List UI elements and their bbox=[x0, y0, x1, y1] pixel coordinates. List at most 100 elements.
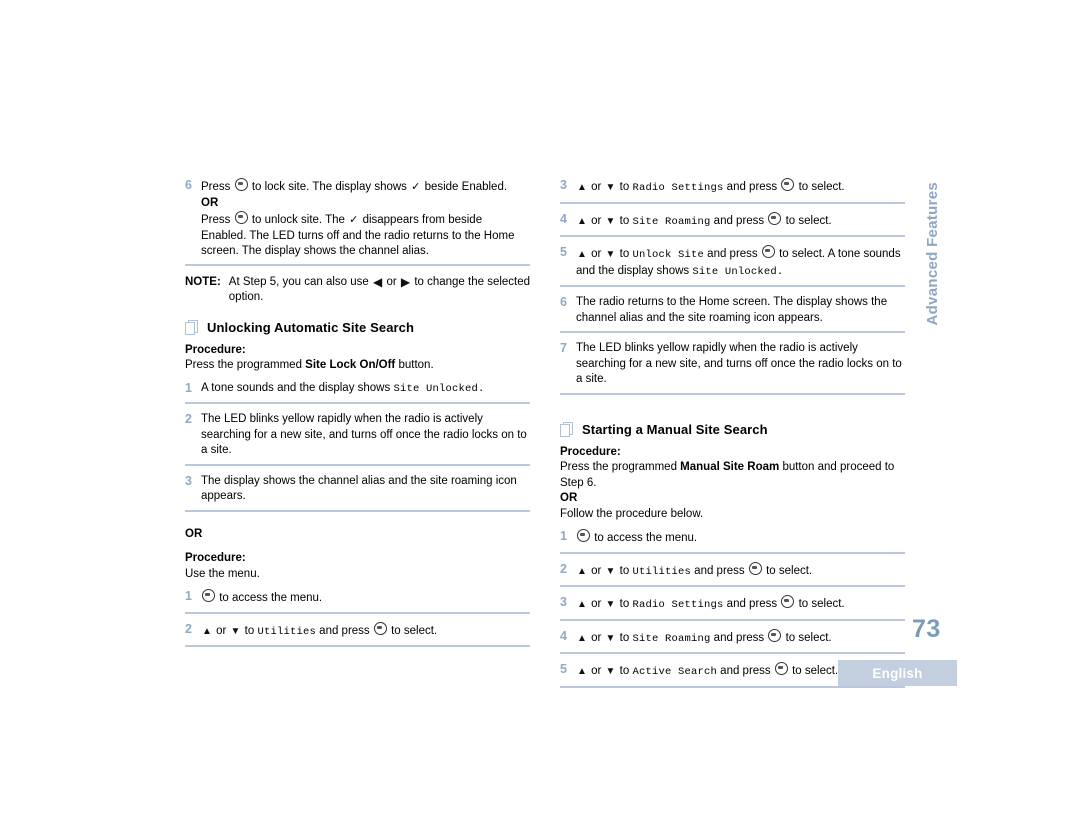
step-text-part: and press bbox=[713, 631, 765, 644]
menu-item-name: Radio Settings bbox=[632, 182, 724, 194]
down-arrow-icon: ▼ bbox=[605, 666, 616, 677]
step-text-part: to bbox=[244, 624, 255, 637]
menu-item-name: Utilities bbox=[257, 625, 316, 638]
note-block: NOTE: At Step 5, you can also use ◀ or ▶… bbox=[185, 275, 535, 306]
step-text: The LED blinks yellow rapidly when the r… bbox=[201, 413, 527, 456]
menu-ok-button-icon bbox=[748, 561, 762, 575]
step-text: ▲ or ▼ to Radio Settings and press to se… bbox=[576, 595, 905, 614]
up-arrow-icon: ▲ bbox=[577, 666, 587, 677]
up-arrow-icon: ▲ bbox=[577, 215, 587, 227]
menu-item-name: Utilities bbox=[632, 565, 691, 578]
right-column: 3 ▲ or ▼ to Radio Settings and press to … bbox=[560, 178, 910, 696]
step-text-part: A tone sounds and the display shows bbox=[201, 381, 391, 394]
procedure-intro: Press the programmed Manual Site Roam bu… bbox=[560, 460, 910, 491]
down-arrow-icon: ▼ bbox=[605, 182, 616, 193]
menu-ok-button-icon bbox=[774, 662, 788, 675]
section-heading-text: Unlocking Automatic Site Search bbox=[207, 319, 415, 335]
display-text: Site Unlocked. bbox=[393, 382, 485, 395]
menu-ok-button-icon bbox=[781, 595, 795, 608]
chapter-side-tab: Advanced Features bbox=[920, 182, 944, 412]
step-number: 5 bbox=[560, 662, 567, 676]
menu-ok-button-icon bbox=[577, 529, 590, 542]
right-arrow-icon: ▶ bbox=[400, 274, 411, 289]
step-text-part: or bbox=[216, 624, 227, 637]
down-arrow-icon: ▼ bbox=[605, 215, 616, 227]
step-text-part: or bbox=[591, 665, 602, 677]
procedure-intro: Use the menu. bbox=[185, 567, 260, 580]
step-text-part: and press bbox=[713, 214, 765, 227]
button-name: Site Lock On/Off bbox=[305, 359, 396, 371]
step-text-part: to bbox=[619, 214, 630, 227]
check-icon: ✓ bbox=[349, 214, 359, 226]
step-text-part: to select. bbox=[792, 665, 839, 677]
up-arrow-icon: ▲ bbox=[577, 182, 587, 193]
button-name: Manual Site Roam bbox=[680, 461, 780, 473]
language-badge-label: English bbox=[872, 665, 923, 681]
step-number: 6 bbox=[560, 295, 567, 309]
menu-ok-button-icon bbox=[234, 178, 248, 191]
step-number: 7 bbox=[560, 341, 567, 355]
menu-ok-button-icon bbox=[768, 628, 782, 642]
section-heading-text: Starting a Manual Site Search bbox=[582, 421, 768, 437]
down-arrow-icon: ▼ bbox=[605, 632, 616, 644]
step-text-part: to select. bbox=[391, 624, 438, 637]
note-text: At Step 5, you can also use ◀ or ▶ to ch… bbox=[229, 275, 535, 306]
step-text: ▲ or ▼ to Site Roaming and press to sele… bbox=[576, 211, 905, 231]
step-row: 1 A tone sounds and the display shows Si… bbox=[185, 381, 530, 404]
up-arrow-icon: ▲ bbox=[202, 625, 212, 637]
step-text-part: and press bbox=[707, 248, 758, 260]
step-text: Press to lock site. The display shows ✓ … bbox=[201, 178, 530, 260]
step-text-part: to lock site. The display shows bbox=[251, 181, 407, 193]
step-text-part: Press bbox=[201, 181, 231, 193]
section-heading: Unlocking Automatic Site Search bbox=[185, 320, 535, 335]
step-text-part: to select. bbox=[785, 214, 832, 227]
step-number: 5 bbox=[560, 245, 567, 259]
step-number: 1 bbox=[185, 589, 192, 603]
down-arrow-icon: ▼ bbox=[230, 625, 241, 637]
up-arrow-icon: ▲ bbox=[577, 249, 587, 260]
step-text-part: beside Enabled. bbox=[424, 181, 508, 193]
step-row: 4 ▲ or ▼ to Site Roaming and press to se… bbox=[560, 628, 905, 654]
left-arrow-icon: ◀ bbox=[373, 274, 383, 289]
menu-ok-button-icon bbox=[768, 211, 782, 225]
step-row: 3 ▲ or ▼ to Radio Settings and press to … bbox=[560, 178, 905, 204]
step-text-part: and press bbox=[726, 181, 778, 193]
up-arrow-icon: ▲ bbox=[577, 565, 587, 577]
step-text-part: to bbox=[619, 181, 630, 193]
step-text-part: to bbox=[619, 665, 630, 677]
step-text-part: to select. bbox=[798, 181, 845, 193]
step-text: The radio returns to the Home screen. Th… bbox=[576, 296, 888, 324]
step-row: 2 ▲ or ▼ to Utilities and press to selec… bbox=[185, 621, 530, 647]
step-text-part: to bbox=[619, 248, 630, 260]
step-text-part: to select. bbox=[798, 598, 845, 610]
step-number: 6 bbox=[185, 178, 192, 192]
procedure-label: Procedure: bbox=[185, 552, 246, 564]
menu-item-name: Site Roaming bbox=[632, 215, 711, 228]
step-text-part: to bbox=[619, 631, 630, 644]
step-number: 4 bbox=[560, 628, 567, 643]
step-text-part: and press bbox=[726, 598, 778, 610]
step-number: 3 bbox=[560, 595, 567, 609]
note-text-part: or bbox=[386, 275, 397, 288]
or-label: OR bbox=[201, 196, 219, 209]
procedure-follow: Follow the procedure below. bbox=[560, 507, 704, 520]
step-text: ▲ or ▼ to Unlock Site and press to selec… bbox=[576, 245, 905, 280]
menu-item-name: Active Search bbox=[632, 666, 717, 678]
procedure-label: Procedure: bbox=[185, 343, 246, 356]
note-text-part: At Step 5, you can also use bbox=[228, 275, 369, 288]
step-row: 6 The radio returns to the Home screen. … bbox=[560, 295, 905, 333]
down-arrow-icon: ▼ bbox=[605, 599, 616, 610]
step-text-part: and press bbox=[720, 665, 771, 677]
step-text-part: or bbox=[591, 248, 602, 260]
step-text: to access the menu. bbox=[576, 529, 905, 547]
down-arrow-icon: ▼ bbox=[605, 565, 616, 577]
step-text-part: to select. bbox=[785, 631, 832, 644]
display-text: Site Unlocked. bbox=[692, 265, 784, 278]
left-column: 6 Press to lock site. The display shows … bbox=[185, 178, 535, 655]
up-arrow-icon: ▲ bbox=[577, 632, 587, 644]
menu-item-name: Radio Settings bbox=[632, 599, 724, 611]
step-text-part: to bbox=[619, 598, 630, 610]
step-text-part: and press bbox=[694, 564, 745, 577]
step-text-part: or bbox=[591, 631, 602, 644]
check-icon: ✓ bbox=[411, 181, 421, 193]
